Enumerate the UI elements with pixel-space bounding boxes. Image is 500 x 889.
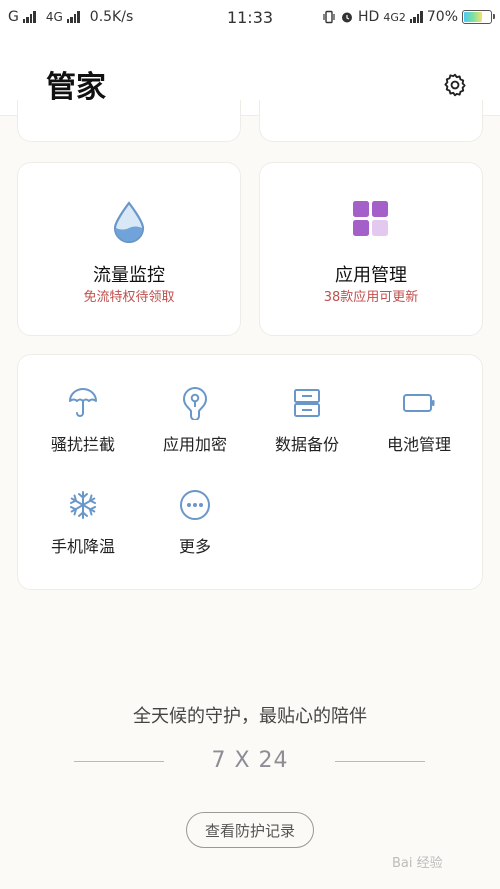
- service-hours: 7 X 24: [0, 746, 500, 778]
- network-type: 4G: [45, 10, 63, 24]
- watermark-logo: Bai 经验: [392, 856, 443, 871]
- partial-card-left[interactable]: [17, 100, 241, 142]
- vibrate-icon: [323, 10, 335, 24]
- status-right: HD 4G2 70%: [322, 9, 495, 25]
- network-speed: 0.5K/s: [89, 9, 134, 25]
- tool-phone-cooling[interactable]: 手机降温: [28, 487, 138, 567]
- card-subtitle: 38款应用可更新: [323, 290, 419, 305]
- battery-status-icon: [462, 10, 495, 24]
- lock-key-icon: [182, 386, 208, 420]
- tool-label: 应用加密: [162, 435, 227, 454]
- tool-app-lock[interactable]: 应用加密: [140, 385, 250, 465]
- hours-text: 7 X 24: [211, 748, 289, 773]
- card-title: 应用管理: [335, 265, 407, 286]
- tool-label: 电池管理: [386, 435, 451, 454]
- traffic-monitor-card[interactable]: 流量监控 免流特权待领取: [17, 162, 241, 336]
- tool-label: 手机降温: [50, 537, 115, 556]
- status-bar: G 4G 0.5K/s 11:33 HD 4G2 70%: [0, 0, 500, 34]
- alarm-icon: [342, 12, 353, 23]
- carrier-label: G: [8, 9, 19, 25]
- tool-data-backup[interactable]: 数据备份: [252, 385, 362, 465]
- tagline: 全天候的守护，最贴心的陪伴: [133, 706, 367, 727]
- settings-button[interactable]: [440, 70, 470, 100]
- tool-battery-management[interactable]: 电池管理: [364, 385, 474, 465]
- app-management-card[interactable]: 应用管理 38款应用可更新: [259, 162, 483, 336]
- tool-more[interactable]: 更多: [140, 487, 250, 567]
- water-drop-icon: [113, 201, 145, 243]
- card-subtitle: 免流特权待领取: [83, 290, 175, 305]
- battery-icon: [403, 394, 435, 412]
- tool-label: 更多: [178, 537, 211, 556]
- partial-card-right[interactable]: [259, 100, 483, 142]
- umbrella-icon: [69, 388, 97, 417]
- battery-percent: 70%: [426, 9, 458, 25]
- tool-harassment-block[interactable]: 骚扰拦截: [28, 385, 138, 465]
- app-grid-icon: [353, 201, 388, 236]
- status-left: G 4G 0.5K/s: [8, 9, 133, 25]
- network-right: 4G2: [383, 10, 406, 24]
- tool-label: 骚扰拦截: [50, 435, 115, 454]
- divider-right: [335, 761, 425, 762]
- snowflake-icon: [70, 491, 96, 519]
- signal-icon: [22, 11, 36, 23]
- signal-icon-2: [66, 11, 80, 23]
- card-title: 流量监控: [93, 265, 165, 286]
- signal-icon-3: [409, 11, 423, 23]
- more-icon: [180, 490, 210, 520]
- view-records-button[interactable]: 查看防护记录: [186, 812, 314, 848]
- tool-label: 数据备份: [274, 435, 339, 454]
- hd-label: HD: [358, 9, 380, 25]
- gear-icon: [444, 73, 466, 97]
- storage-icon: [294, 389, 320, 417]
- tools-grid: 骚扰拦截 应用加密 数据备份 电池管理 手机降温 更多: [17, 354, 483, 590]
